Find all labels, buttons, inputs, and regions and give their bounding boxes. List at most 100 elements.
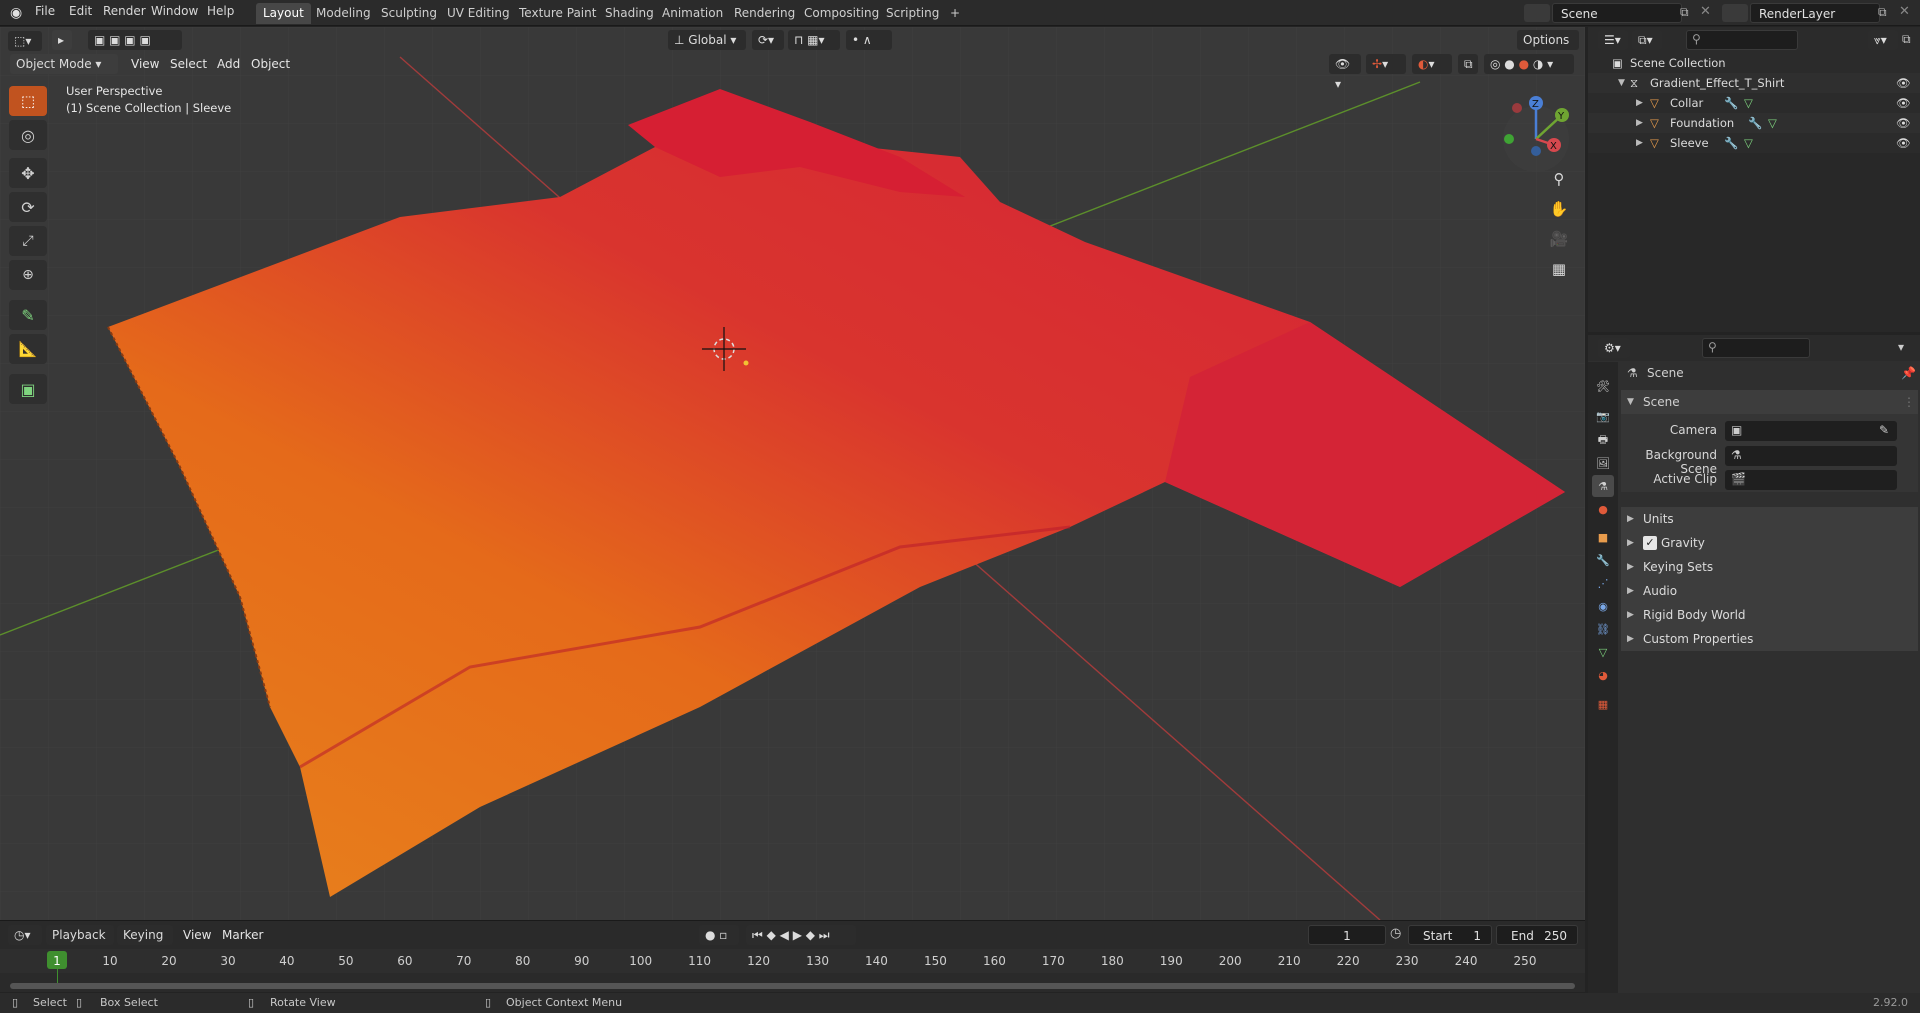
xray-toggle[interactable]: ⧉ [1458,54,1478,74]
view-layer-field[interactable]: RenderLayer [1750,3,1880,23]
measure-tool[interactable]: 📐 [9,334,47,364]
gravity-panel[interactable]: ▶ ✓ Gravity [1621,531,1918,555]
pin-icon[interactable]: 📌 [1901,366,1916,380]
outliner-search[interactable] [1686,30,1798,50]
drag-handle-icon[interactable]: ⋮⋮ [1903,390,1920,414]
expand-arrow-icon[interactable]: ▼ [1618,73,1625,93]
tab-view-layer[interactable]: 🖼 [1592,452,1614,474]
tab-scene[interactable]: ⚗ [1592,475,1614,497]
timeline-menu-view[interactable]: View [183,928,211,942]
background-scene-field[interactable]: ⚗ [1725,446,1897,466]
new-scene-icon[interactable]: ⧉ [1680,5,1689,20]
tab-rendering[interactable]: Rendering [727,3,802,24]
gizmo-toggle[interactable]: ✢▾ [1366,54,1406,74]
scene-panel-header[interactable]: ▼ Scene ⋮⋮ [1621,390,1920,414]
start-frame-field[interactable]: Start 1 [1408,925,1492,945]
selection-mode-buttons[interactable]: ▣ ▣ ▣ ▣ [88,30,182,50]
expand-arrow-icon[interactable]: ▶ [1636,113,1643,133]
gizmo-neg-x-icon[interactable] [1512,103,1522,113]
mode-dropdown[interactable]: Object Mode ▾ [10,54,118,74]
tab-object[interactable]: ■ [1592,526,1614,548]
tab-animation[interactable]: Animation [655,3,730,24]
tab-modeling[interactable]: Modeling [309,3,378,24]
jump-start-button[interactable]: ⏮ ◆ ◀ ▶ ◆ ⏭ [746,925,856,945]
transform-tool[interactable]: ⊕ [9,260,47,290]
outliner-row-collection[interactable]: ▼ ⧖ Gradient_Effect_T_Shirt 👁 [1588,73,1920,93]
viewport-menu-view[interactable]: View [131,57,159,71]
delete-view-layer-icon[interactable]: ✕ [1899,4,1910,19]
keying-dropdown[interactable]: Keying ▾ [117,925,173,962]
menu-help[interactable]: Help [207,4,234,18]
keying-sets-panel[interactable]: ▶ Keying Sets [1621,555,1918,579]
new-view-layer-icon[interactable]: ⧉ [1878,5,1887,20]
tab-output[interactable]: 🖶 [1592,429,1614,451]
outliner-row-scene-collection[interactable]: ▣ Scene Collection [1588,53,1920,73]
tab-uv-editing[interactable]: UV Editing [440,3,517,24]
scene-name-field[interactable]: Scene [1552,3,1682,23]
tab-scripting[interactable]: Scripting [879,3,946,24]
viewport-menu-add[interactable]: Add [217,57,240,71]
rigid-body-world-panel[interactable]: ▶ Rigid Body World [1621,603,1918,627]
current-frame-field[interactable]: 1 [1308,925,1386,945]
overlay-toggle[interactable]: ◐▾ [1412,54,1452,74]
visibility-eye-icon[interactable]: 👁 [1896,113,1911,133]
rotate-tool[interactable]: ⟳ [9,192,47,222]
menu-window[interactable]: Window [151,4,198,18]
tab-texture-paint[interactable]: Texture Paint [512,3,603,24]
shading-modes[interactable]: ◎ ● ● ◑ ▾ [1484,54,1574,74]
3d-viewport[interactable]: Z Y X ⬚▾ Object Mode ▾ View Select Add O… [0,27,1585,920]
gizmo-neg-y-icon[interactable] [1504,134,1514,144]
tab-compositing[interactable]: Compositing [797,3,886,24]
active-clip-field[interactable]: 🎬 [1725,470,1897,490]
pan-view-button[interactable]: ✋ [1545,195,1573,223]
custom-properties-panel[interactable]: ▶ Custom Properties [1621,627,1918,651]
snap-dropdown[interactable]: ⊓ ▦▾ [788,30,840,50]
eyedropper-icon[interactable]: ✎ [1879,423,1889,437]
blender-logo-icon[interactable]: ◉ [10,5,26,21]
options-dropdown[interactable]: Options ▾ [1517,30,1579,67]
tab-shading[interactable]: Shading [598,3,661,24]
audio-panel[interactable]: ▶ Audio [1621,579,1918,603]
outliner-editor-type[interactable]: ☰▾ [1598,30,1628,50]
timeline-menu-marker[interactable]: Marker [222,928,263,942]
gravity-checkbox[interactable]: ✓ [1643,536,1657,550]
visibility-dropdown[interactable]: 👁▾ [1329,54,1361,91]
tab-modifiers[interactable]: 🔧 [1592,549,1614,571]
preview-range-icon[interactable]: ◷ [1390,926,1401,941]
menu-file[interactable]: File [35,4,55,18]
outliner-filter[interactable]: ⩔▾ [1868,30,1898,50]
viewport-menu-object[interactable]: Object [251,57,290,71]
tab-render[interactable]: 📷 [1592,405,1614,427]
pivot-dropdown[interactable]: ⟳▾ [752,30,784,50]
visibility-eye-icon[interactable]: 👁 [1896,133,1911,153]
view-layer-selector-icon[interactable] [1722,4,1748,22]
tab-constraints[interactable]: ⛓ [1592,618,1614,640]
outliner-row-sleeve[interactable]: ▶ ▽ Sleeve 🔧 ▽ 👁 [1588,133,1920,153]
zoom-view-button[interactable]: ⚲ [1545,165,1573,193]
tab-sculpting[interactable]: Sculpting [374,3,444,24]
scene-selector-icon[interactable] [1524,4,1550,22]
delete-scene-icon[interactable]: ✕ [1700,4,1711,19]
tab-world[interactable]: ● [1592,498,1614,520]
tab-physics[interactable]: ◉ [1592,595,1614,617]
add-workspace-button[interactable]: + [943,3,967,24]
visibility-eye-icon[interactable]: 👁 [1896,93,1911,113]
timeline-scrollbar[interactable] [10,983,1575,989]
expand-arrow-icon[interactable]: ▶ [1636,93,1643,113]
viewport-scene[interactable]: Z Y X [0,27,1585,920]
camera-view-button[interactable]: 🎥 [1545,225,1573,253]
select-box-tool[interactable]: ⬚ [9,86,47,116]
outliner-display-mode[interactable]: ⧉▾ [1632,30,1662,50]
outliner-row-foundation[interactable]: ▶ ▽ Foundation 🔧 ▽ 👁 [1588,113,1920,133]
tab-texture[interactable]: ▦ [1592,693,1614,715]
options-chevron-icon[interactable]: ▾ [1898,340,1904,354]
tab-particles[interactable]: ⋰ [1592,572,1614,594]
tab-layout[interactable]: Layout [256,3,311,24]
tab-data[interactable]: ▽ [1592,641,1614,663]
annotate-tool[interactable]: ✎ [9,300,47,330]
editor-type-button[interactable]: ⬚▾ [8,31,42,51]
units-panel[interactable]: ▶ Units [1621,507,1918,531]
timeline-editor-type[interactable]: ◷▾ [8,925,42,945]
tab-tool[interactable]: 🛠 [1592,375,1614,397]
new-collection-icon[interactable]: ⧉ [1902,32,1911,47]
